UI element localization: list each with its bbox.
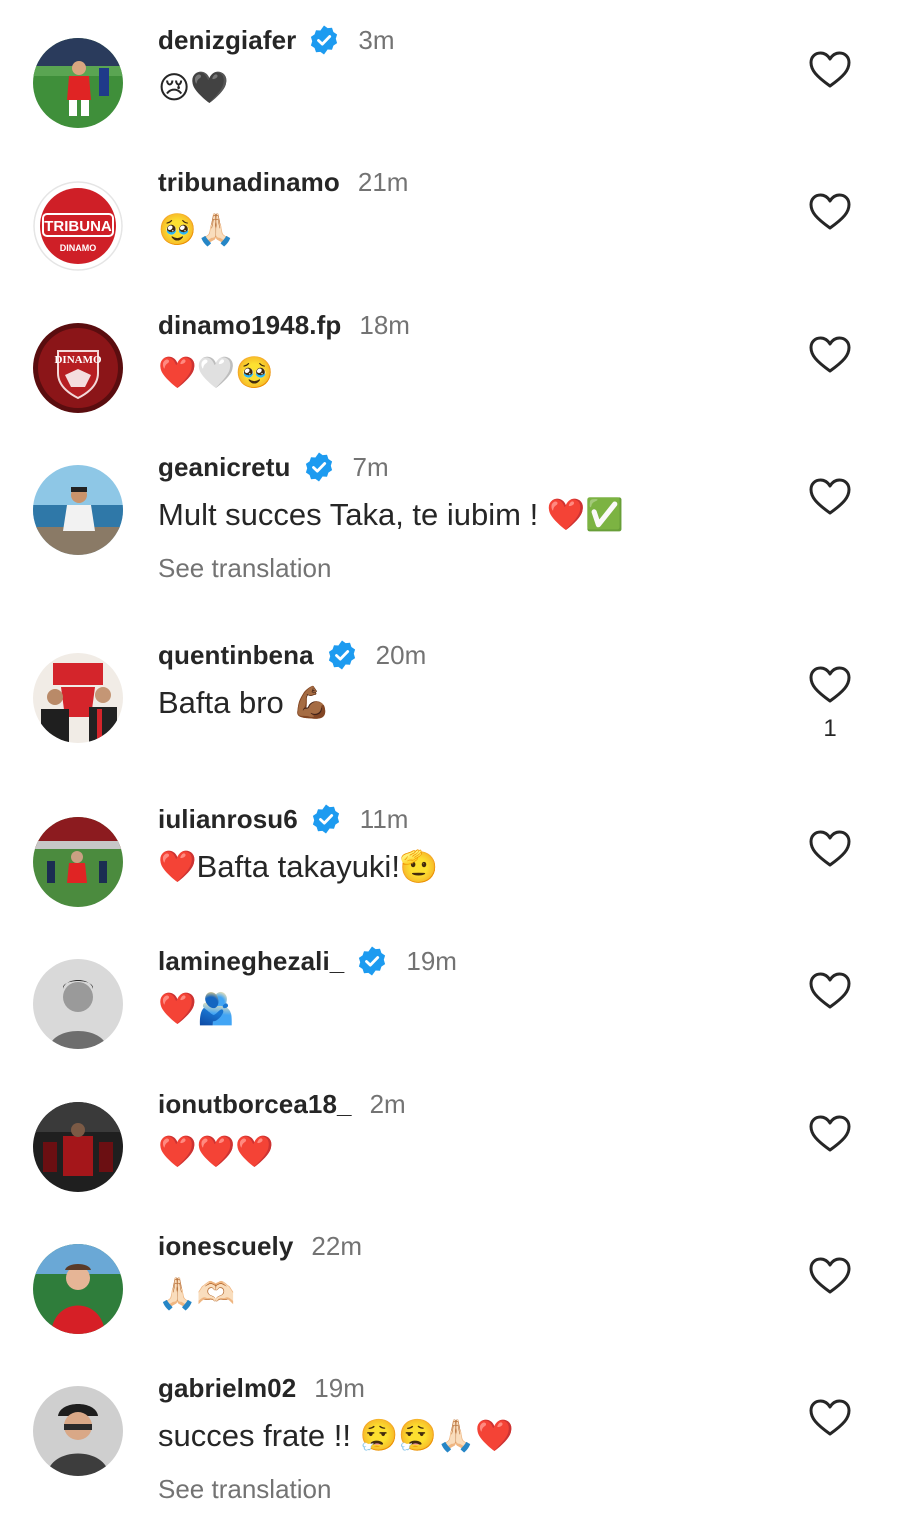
like-heart-icon[interactable] bbox=[808, 192, 852, 232]
see-translation-link[interactable]: See translation bbox=[158, 553, 331, 584]
comment-text: ❤️🫂 bbox=[158, 991, 236, 1026]
like-heart-icon[interactable] bbox=[808, 477, 852, 517]
comment-header: geanicretu 7m bbox=[158, 447, 389, 487]
comment-item: DINAMO dinamo1948.fp 18m ❤️🤍🥹 bbox=[0, 305, 900, 435]
comment-item: geanicretu 7m Mult succes Taka, te iubim… bbox=[0, 447, 900, 617]
comment-text: 🥹🙏🏻 bbox=[158, 212, 236, 247]
comment-text: Mult succes Taka, te iubim ! ❤️✅ bbox=[158, 497, 624, 532]
dinamo-crest-avatar-image: DINAMO bbox=[33, 323, 123, 413]
avatar[interactable]: TRIBUNA DINAMO bbox=[33, 181, 123, 271]
username[interactable]: gabrielm02 bbox=[158, 1373, 296, 1404]
comment-time: 20m bbox=[375, 639, 427, 670]
comment-text: ❤️Bafta takayuki!🫡 bbox=[158, 849, 439, 884]
verified-badge-icon bbox=[326, 639, 358, 671]
comment-item: ionescuely 22m 🙏🏻🫶🏻 bbox=[0, 1226, 900, 1356]
tribuna-logo-avatar-image: TRIBUNA DINAMO bbox=[33, 181, 123, 271]
avatar[interactable] bbox=[33, 1102, 123, 1192]
comment-text: Bafta bro 💪🏾 bbox=[158, 685, 332, 720]
comment-header: ionescuely 22m bbox=[158, 1226, 362, 1266]
comment-item: gabrielm02 19m succes frate !! 😮‍💨😮‍💨🙏🏻❤… bbox=[0, 1368, 900, 1518]
avatar[interactable] bbox=[33, 465, 123, 555]
comment-item: denizgiafer 3m 😢🖤 bbox=[0, 20, 900, 150]
red-jersey-avatar-image bbox=[33, 1244, 123, 1334]
username[interactable]: ionutborcea18_ bbox=[158, 1089, 352, 1120]
like-heart-icon[interactable] bbox=[808, 335, 852, 375]
avatar[interactable]: DINAMO bbox=[33, 323, 123, 413]
avatar[interactable] bbox=[33, 653, 123, 743]
comment-time: 3m bbox=[358, 24, 395, 55]
username[interactable]: denizgiafer bbox=[158, 25, 296, 56]
like-heart-icon[interactable] bbox=[808, 971, 852, 1011]
comment-time: 7m bbox=[352, 451, 389, 482]
comment-header: denizgiafer 3m bbox=[158, 20, 394, 60]
comment-time: 2m bbox=[369, 1088, 406, 1119]
comment-header: ionutborcea18_ 2m bbox=[158, 1084, 406, 1124]
svg-text:TRIBUNA: TRIBUNA bbox=[44, 218, 112, 235]
username[interactable]: geanicretu bbox=[158, 452, 291, 483]
dark-red-scene-avatar-image bbox=[33, 1102, 123, 1192]
comment-header: quentinbena 20m bbox=[158, 635, 426, 675]
comment-time: 21m bbox=[357, 166, 409, 197]
comment-time: 19m bbox=[314, 1372, 365, 1403]
comment-text: succes frate !! 😮‍💨😮‍💨🙏🏻❤️ bbox=[158, 1418, 514, 1453]
verified-badge-icon bbox=[303, 451, 335, 483]
like-heart-icon[interactable] bbox=[808, 1256, 852, 1296]
verified-badge-icon bbox=[356, 945, 388, 977]
comment-item: ionutborcea18_ 2m ❤️❤️❤️ bbox=[0, 1084, 900, 1214]
like-heart-icon[interactable] bbox=[808, 50, 852, 90]
comment-item: lamineghezali_ 19m ❤️🫂 bbox=[0, 941, 900, 1071]
username[interactable]: quentinbena bbox=[158, 640, 314, 671]
portrait-bw-avatar-image bbox=[33, 959, 123, 1049]
comment-item: iulianrosu6 11m ❤️Bafta takayuki!🫡 bbox=[0, 799, 900, 929]
like-heart-icon[interactable] bbox=[808, 829, 852, 869]
avatar[interactable] bbox=[33, 1244, 123, 1334]
username[interactable]: ionescuely bbox=[158, 1231, 293, 1262]
comment-time: 19m bbox=[406, 945, 457, 976]
verified-badge-icon bbox=[308, 24, 340, 56]
comment-header: lamineghezali_ 19m bbox=[158, 941, 457, 981]
two-people-avatar-image bbox=[33, 653, 123, 743]
avatar[interactable] bbox=[33, 1386, 123, 1476]
comment-text: 🙏🏻🫶🏻 bbox=[158, 1276, 236, 1311]
comment-header: dinamo1948.fp 18m bbox=[158, 305, 410, 345]
stadium-avatar-image bbox=[33, 817, 123, 907]
see-translation-link[interactable]: See translation bbox=[158, 1474, 331, 1505]
comment-header: gabrielm02 19m bbox=[158, 1368, 365, 1408]
comment-item: quentinbena 20m Bafta bro 💪🏾 1 bbox=[0, 635, 900, 785]
comment-time: 11m bbox=[359, 803, 409, 834]
beach-person-avatar-image bbox=[33, 465, 123, 555]
comment-item: TRIBUNA DINAMO tribunadinamo 21m 🥹🙏🏻 bbox=[0, 162, 900, 292]
like-heart-icon[interactable] bbox=[808, 1398, 852, 1438]
like-heart-icon[interactable] bbox=[808, 665, 852, 705]
svg-text:DINAMO: DINAMO bbox=[54, 354, 101, 366]
soccer-player-avatar-image bbox=[33, 38, 123, 128]
avatar[interactable] bbox=[33, 959, 123, 1049]
like-count[interactable]: 1 bbox=[808, 715, 852, 743]
comment-time: 18m bbox=[359, 309, 410, 340]
avatar[interactable] bbox=[33, 38, 123, 128]
comment-header: tribunadinamo 21m bbox=[158, 162, 408, 202]
comment-text: 😢🖤 bbox=[158, 70, 229, 105]
username[interactable]: iulianrosu6 bbox=[158, 804, 298, 835]
comment-header: iulianrosu6 11m bbox=[158, 799, 408, 839]
username[interactable]: dinamo1948.fp bbox=[158, 310, 341, 341]
avatar[interactable] bbox=[33, 817, 123, 907]
svg-text:DINAMO: DINAMO bbox=[60, 243, 97, 253]
verified-badge-icon bbox=[310, 803, 342, 835]
username[interactable]: lamineghezali_ bbox=[158, 946, 344, 977]
comment-text: ❤️❤️❤️ bbox=[158, 1134, 274, 1169]
selfie-avatar-image bbox=[33, 1386, 123, 1476]
username[interactable]: tribunadinamo bbox=[158, 167, 340, 198]
comment-time: 22m bbox=[311, 1230, 362, 1261]
comment-text: ❤️🤍🥹 bbox=[158, 355, 274, 390]
like-heart-icon[interactable] bbox=[808, 1114, 852, 1154]
